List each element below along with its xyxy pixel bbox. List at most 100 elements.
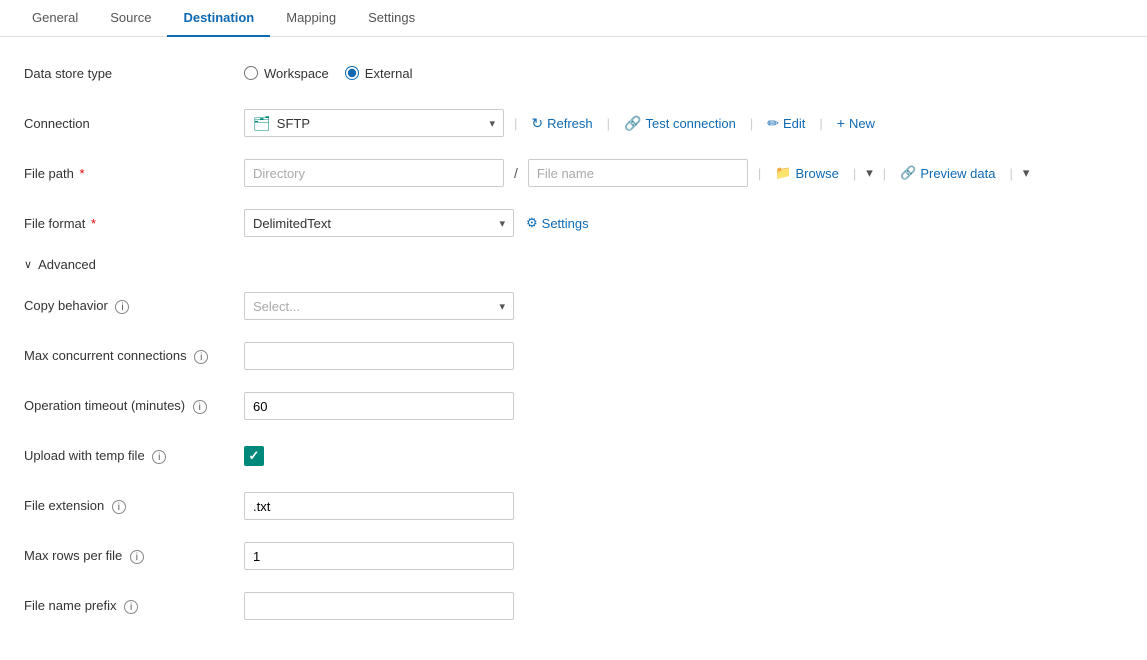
filename-input[interactable]: File name (528, 159, 748, 187)
max-rows-row: Max rows per file i (24, 540, 1123, 572)
settings-button[interactable]: ⚙ Settings (522, 213, 593, 233)
radio-workspace-label: Workspace (264, 66, 329, 81)
settings-gear-icon: ⚙ (526, 215, 538, 231)
sftp-folder-icon: 🗂 (253, 115, 271, 132)
radio-external[interactable]: External (345, 66, 413, 81)
radio-external-label: External (365, 66, 413, 81)
upload-temp-label: Upload with temp file i (24, 448, 244, 465)
connection-value: SFTP (277, 116, 484, 131)
radio-external-input[interactable] (345, 66, 359, 80)
operation-timeout-info-icon[interactable]: i (193, 400, 207, 414)
tab-source[interactable]: Source (94, 0, 167, 37)
required-star-filepath: * (76, 166, 85, 181)
copy-behavior-info-icon[interactable]: i (115, 300, 129, 314)
file-name-prefix-row: File name prefix i (24, 590, 1123, 622)
file-name-prefix-controls (244, 592, 1123, 620)
file-extension-row: File extension i (24, 490, 1123, 522)
operation-timeout-input[interactable] (244, 392, 514, 420)
checkmark-icon: ✓ (249, 448, 260, 464)
max-concurrent-row: Max concurrent connections i (24, 340, 1123, 372)
file-name-prefix-label: File name prefix i (24, 598, 244, 615)
format-chevron-icon: ▾ (499, 217, 505, 230)
file-path-controls: Directory / File name | 📁 Browse | ▾ | 🔗… (244, 159, 1123, 187)
tab-settings[interactable]: Settings (352, 0, 431, 37)
test-connection-icon: 🔗 (624, 115, 641, 132)
copy-behavior-label: Copy behavior i (24, 298, 244, 315)
tabs-bar: General Source Destination Mapping Setti… (0, 0, 1147, 37)
separator2: | (607, 116, 610, 131)
tab-general[interactable]: General (16, 0, 94, 37)
operation-timeout-controls (244, 392, 1123, 420)
preview-data-label: Preview data (920, 166, 995, 181)
data-store-type-radio-group: Workspace External (244, 66, 413, 81)
new-button[interactable]: + New (833, 113, 879, 133)
edit-icon: ✏ (767, 115, 779, 132)
max-rows-input[interactable] (244, 542, 514, 570)
tab-mapping[interactable]: Mapping (270, 0, 352, 37)
tab-destination[interactable]: Destination (167, 0, 270, 37)
file-extension-controls (244, 492, 1123, 520)
advanced-label: Advanced (38, 257, 96, 272)
connection-controls: 🗂 SFTP ▾ | ↻ Refresh | 🔗 Test connection… (244, 109, 1123, 137)
upload-temp-controls: ✓ (244, 446, 1123, 466)
browse-dropdown-icon[interactable]: ▾ (866, 165, 873, 181)
radio-workspace-input[interactable] (244, 66, 258, 80)
connection-label: Connection (24, 116, 244, 131)
separator3: | (750, 116, 753, 131)
browse-folder-icon: 📁 (775, 165, 791, 181)
file-extension-label: File extension i (24, 498, 244, 515)
upload-temp-info-icon[interactable]: i (152, 450, 166, 464)
connection-dropdown[interactable]: 🗂 SFTP ▾ (244, 109, 504, 137)
file-format-value: DelimitedText (253, 216, 493, 231)
connection-chevron-icon: ▾ (489, 117, 495, 130)
directory-placeholder: Directory (253, 166, 305, 181)
settings-label: Settings (542, 216, 589, 231)
refresh-button[interactable]: ↻ Refresh (527, 113, 596, 134)
max-rows-info-icon[interactable]: i (130, 550, 144, 564)
advanced-chevron-icon: ∨ (24, 258, 32, 271)
separator4: | (819, 116, 822, 131)
refresh-icon: ↻ (531, 115, 543, 132)
edit-button[interactable]: ✏ Edit (763, 113, 809, 134)
file-format-dropdown[interactable]: DelimitedText ▾ (244, 209, 514, 237)
data-store-type-controls: Workspace External (244, 66, 1123, 81)
data-store-type-label: Data store type (24, 66, 244, 81)
preview-data-button[interactable]: 🔗 Preview data (896, 163, 999, 183)
separator-filepath: | (758, 166, 761, 181)
max-rows-controls (244, 542, 1123, 570)
copy-behavior-placeholder: Select... (253, 299, 493, 314)
separator1: | (514, 116, 517, 131)
edit-label: Edit (783, 116, 805, 131)
new-icon: + (837, 115, 845, 131)
browse-chev: | (853, 166, 856, 181)
filepath-slash: / (514, 165, 518, 181)
form-content: Data store type Workspace External Conne… (0, 37, 1147, 660)
directory-input[interactable]: Directory (244, 159, 504, 187)
preview-dropdown-icon[interactable]: ▾ (1023, 165, 1030, 181)
file-name-prefix-info-icon[interactable]: i (124, 600, 138, 614)
data-store-type-row: Data store type Workspace External (24, 57, 1123, 89)
copy-behavior-dropdown[interactable]: Select... ▾ (244, 292, 514, 320)
browse-button[interactable]: 📁 Browse (771, 163, 843, 183)
copy-behavior-row: Copy behavior i Select... ▾ (24, 290, 1123, 322)
advanced-toggle[interactable]: ∨ Advanced (24, 257, 1123, 272)
max-concurrent-info-icon[interactable]: i (194, 350, 208, 364)
max-concurrent-input[interactable] (244, 342, 514, 370)
test-connection-button[interactable]: 🔗 Test connection (620, 113, 740, 134)
file-name-prefix-input[interactable] (244, 592, 514, 620)
max-rows-label: Max rows per file i (24, 548, 244, 565)
max-concurrent-controls (244, 342, 1123, 370)
radio-workspace[interactable]: Workspace (244, 66, 329, 81)
file-extension-input[interactable] (244, 492, 514, 520)
upload-temp-checkbox[interactable]: ✓ (244, 446, 264, 466)
file-format-row: File format * DelimitedText ▾ ⚙ Settings (24, 207, 1123, 239)
browse-label: Browse (795, 166, 838, 181)
file-path-row: File path * Directory / File name | 📁 Br… (24, 157, 1123, 189)
file-path-label: File path * (24, 166, 244, 181)
copy-behavior-controls: Select... ▾ (244, 292, 1123, 320)
separator-preview2: | (1009, 166, 1012, 181)
file-extension-info-icon[interactable]: i (112, 500, 126, 514)
new-label: New (849, 116, 875, 131)
filename-placeholder: File name (537, 166, 594, 181)
test-connection-label: Test connection (645, 116, 735, 131)
